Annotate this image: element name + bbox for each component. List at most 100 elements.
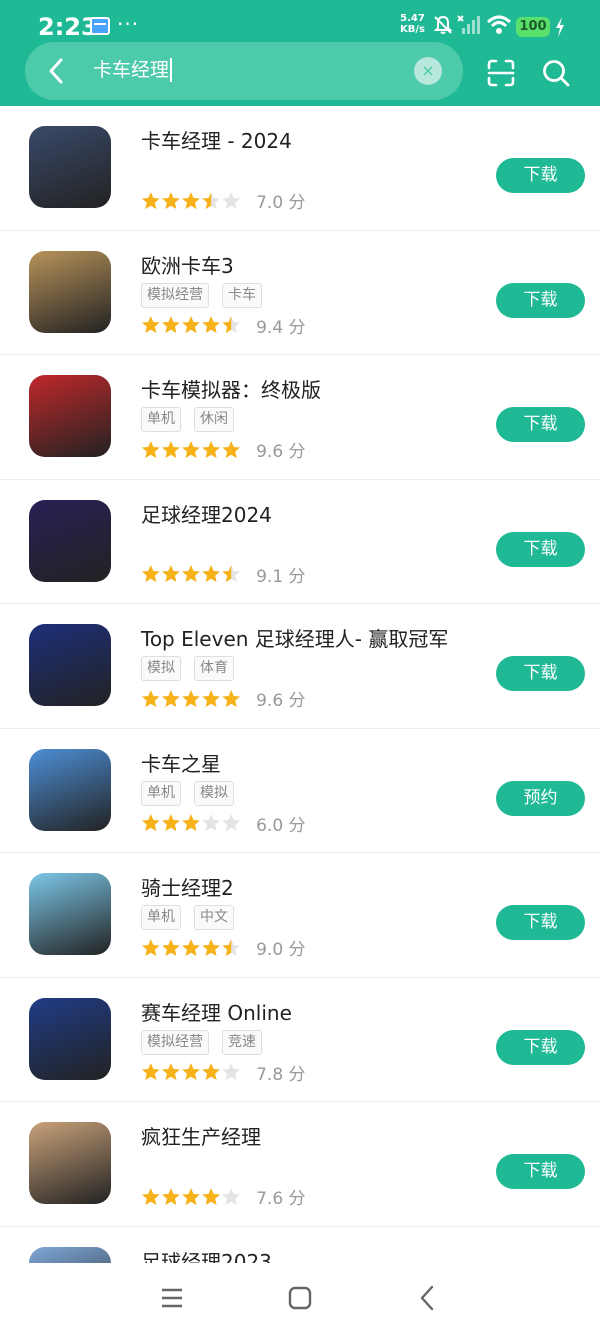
app-rating: 9.4 分 [141,313,306,338]
scan-icon[interactable] [486,58,516,88]
app-tag: 单机 [141,407,181,432]
app-list-item[interactable]: 疯狂生产经理 7.6 分 下载 [0,1102,600,1227]
back-icon[interactable] [413,1283,443,1313]
app-icon[interactable] [29,624,111,706]
app-tags: 模拟经营 竞速 [141,1029,275,1056]
app-name[interactable]: 赛车经理 Online [141,997,292,1026]
download-button[interactable]: 下载 [496,282,585,318]
app-tag: 模拟 [194,780,234,806]
back-arrow-icon[interactable] [45,57,69,85]
app-tag: 单机 [141,780,181,806]
wifi-icon [486,15,512,34]
menu-icon[interactable] [157,1283,187,1313]
app-name[interactable]: 疯狂生产经理 [141,1121,261,1150]
app-rating: 6.0 分 [141,811,306,836]
rating-stars [141,1062,241,1082]
status-time: 2:23 [38,13,98,41]
app-list-item[interactable]: 欧洲卡车3 模拟经营 卡车 9.4 分 下载 [0,231,600,355]
app-name[interactable]: 卡车之星 [141,748,221,777]
system-navigation-bar [0,1263,600,1333]
app-list-item[interactable]: 足球经理2024 9.1 分 下载 [0,480,600,604]
app-icon[interactable] [29,873,111,955]
rating-stars [141,1187,241,1207]
download-button[interactable]: 下载 [496,407,585,442]
app-list-item[interactable]: 卡车之星单机 模拟 6.0 分 预约 [0,729,600,853]
app-tag: 模拟 [141,656,181,681]
top-bar: 2:23 ··· 5.47 KB/s 100 卡车经理 × [0,0,600,106]
app-rating: 7.8 分 [141,1060,306,1085]
app-list-item[interactable]: Top Eleven 足球经理人- 赢取冠军 模拟 体育 9.6 分 下载 [0,604,600,729]
rating-stars [141,938,241,958]
network-speed-unit: KB/s [400,24,425,35]
search-input[interactable]: 卡车经理 [93,58,173,82]
rating-score: 9.6 分 [256,442,306,462]
app-icon[interactable] [29,997,111,1080]
rating-stars [141,440,241,460]
app-rating: 9.6 分 [141,686,306,711]
app-list-item[interactable]: 骑士经理2 单机 中文 9.0 分 下载 [0,853,600,978]
app-list-item[interactable]: 赛车经理 Online 模拟经营 竞速 7.8 分 下载 [0,978,600,1102]
app-name[interactable]: 骑士经理2 [141,872,234,901]
search-results-list[interactable]: 卡车经理 - 2024 7.0 分 下载 欧洲卡车3 模拟经营 卡车 9.4 分 下… [0,106,600,1263]
rating-stars [141,564,241,584]
search-bar[interactable]: 卡车经理 × [25,42,463,100]
download-button[interactable]: 下载 [496,1029,585,1065]
charging-icon [556,17,564,37]
app-list-item[interactable]: 足球经理2023 [0,1227,600,1264]
app-list-item[interactable]: 卡车经理 - 2024 7.0 分 下载 [0,106,600,231]
rating-stars [141,315,241,335]
app-name[interactable]: 卡车经理 - 2024 [141,125,292,154]
home-icon[interactable] [285,1283,315,1313]
download-button[interactable]: 下载 [496,656,585,691]
search-icon[interactable] [541,58,571,88]
app-icon[interactable] [29,499,111,582]
app-icon[interactable] [29,1122,111,1204]
app-tags: 模拟 体育 [141,656,247,682]
network-speed: 5.47 KB/s [400,13,425,35]
app-icon[interactable] [29,126,111,208]
app-tag: 模拟经营 [141,282,209,308]
download-button[interactable]: 下载 [496,1154,585,1189]
app-tag: 休闲 [194,407,234,432]
app-list-item[interactable]: 卡车模拟器：终极版 单机 休闲 9.6 分 下载 [0,355,600,480]
app-name[interactable]: Top Eleven 足球经理人- 赢取冠军 [141,623,448,652]
rating-score: 9.0 分 [256,940,306,960]
app-name[interactable]: 足球经理2024 [141,499,272,528]
rating-stars [141,191,241,211]
app-name[interactable]: 卡车模拟器：终极版 [141,374,321,403]
app-tags: 单机 模拟 [141,780,247,807]
app-tag: 卡车 [222,282,262,308]
app-icon[interactable] [29,1246,111,1263]
app-icon[interactable] [29,748,111,831]
app-rating: 9.6 分 [141,437,306,462]
signal-icon [457,15,480,34]
download-button[interactable]: 下载 [496,905,585,940]
app-name[interactable]: 欧洲卡车3 [141,250,234,279]
clear-search-button[interactable]: × [414,57,442,85]
rating-score: 9.4 分 [256,317,306,338]
more-notifications-icon: ··· [117,12,140,36]
app-tag: 体育 [194,656,234,681]
app-icon[interactable] [29,375,111,457]
rating-stars [141,689,241,709]
rating-score: 7.6 分 [256,1189,306,1209]
battery-level: 100 [516,17,550,37]
app-tag: 中文 [194,905,234,930]
network-speed-value: 5.47 [400,13,425,24]
reserve-button[interactable]: 预约 [496,780,585,816]
download-button[interactable]: 下载 [496,158,585,193]
app-rating: 7.6 分 [141,1184,306,1209]
rating-score: 7.8 分 [256,1064,306,1085]
rating-score: 7.0 分 [256,193,306,213]
app-tag: 单机 [141,905,181,930]
download-button[interactable]: 下载 [496,531,585,567]
app-tags: 单机 休闲 [141,407,247,433]
app-name[interactable]: 足球经理2023 [141,1246,272,1264]
app-tags: 模拟经营 卡车 [141,282,275,309]
app-rating: 7.0 分 [141,188,306,213]
app-rating: 9.1 分 [141,562,306,587]
app-icon[interactable] [29,250,111,333]
app-tag: 竞速 [222,1029,262,1055]
app-rating: 9.0 分 [141,935,306,960]
rating-score: 9.1 分 [256,566,306,587]
